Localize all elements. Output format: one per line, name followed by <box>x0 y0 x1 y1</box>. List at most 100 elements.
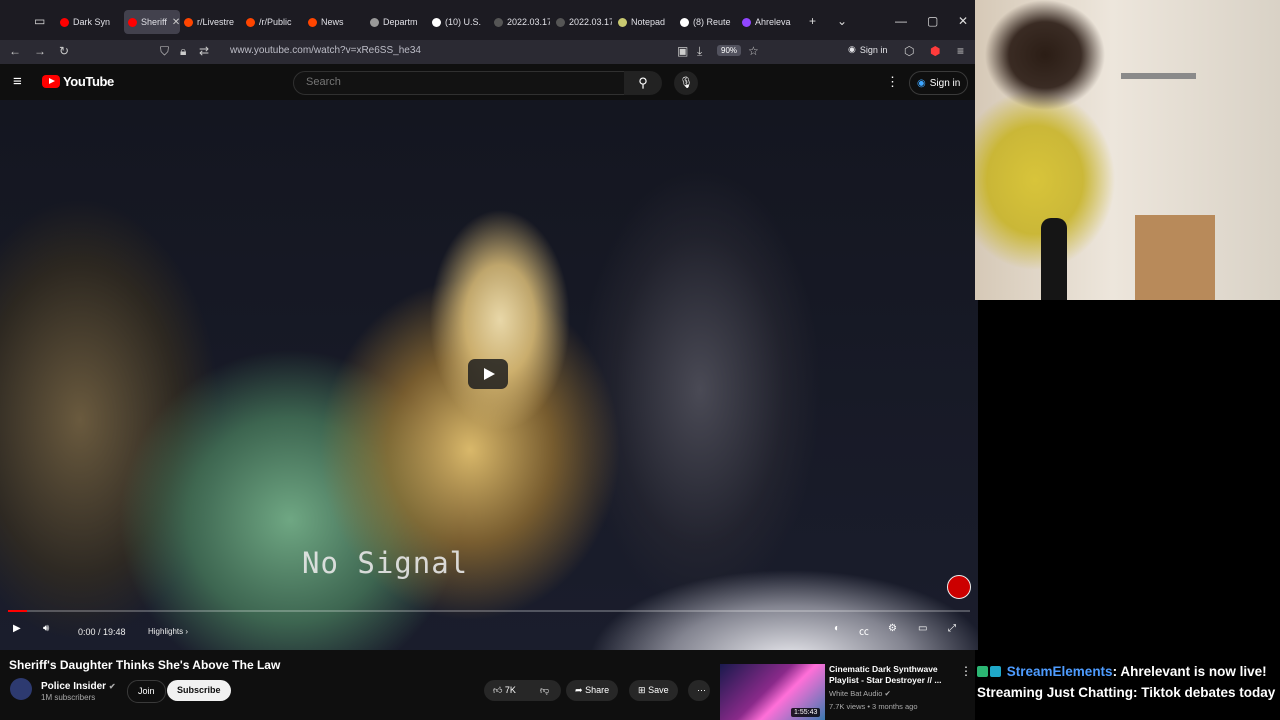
search-input[interactable] <box>294 72 618 92</box>
video-overlay-text: No Signal <box>302 546 469 580</box>
video-info: Sheriff's Daughter Thinks She's Above Th… <box>0 650 975 720</box>
youtube-sign-in-button[interactable]: ◉ Sign in <box>909 71 969 95</box>
menu-icon[interactable]: ≡ <box>957 44 964 58</box>
browser-tab[interactable]: Departm <box>370 10 426 34</box>
browser-sign-in-button[interactable]: ◉ Sign in <box>848 44 887 55</box>
more-horizontal-icon: ⋯ <box>697 685 706 695</box>
progress-bar[interactable] <box>8 610 970 612</box>
share-button[interactable]: ➦ Share <box>566 680 619 701</box>
youtube-play-icon <box>42 75 60 88</box>
webcam-feed <box>975 0 1280 300</box>
youtube-logo[interactable]: YouTube <box>42 74 114 89</box>
tab-favicon-icon <box>128 17 137 27</box>
browser-tab[interactable]: Notepad <box>618 10 674 34</box>
verified-icon: ✔ <box>108 682 116 691</box>
video-player[interactable]: No Signal ▶ 🔊︎ 0:00 / 19:48 Highlights ›… <box>0 100 978 650</box>
search-button[interactable]: ⚲ <box>624 71 662 95</box>
related-more-icon[interactable]: ⋮ <box>960 664 972 678</box>
address-bar[interactable]: www.youtube.com/watch?v=xRe6SS_he34 <box>230 45 421 56</box>
browser-tab[interactable]: (8) Reute <box>680 10 736 34</box>
tab-overview-icon[interactable]: ▭ <box>34 14 45 28</box>
browser-tab-label: 2022.03.17- <box>507 17 550 27</box>
minimize-icon[interactable]: — <box>895 14 907 28</box>
back-icon[interactable]: ← <box>9 44 21 58</box>
subscribe-button[interactable]: Subscribe <box>167 680 231 701</box>
tab-favicon-icon <box>432 17 441 27</box>
close-tab-icon[interactable]: ✕ <box>172 17 180 28</box>
browser-tab-label: (10) U.S. <box>445 17 482 27</box>
channel-avatar[interactable] <box>10 678 32 700</box>
highlights-label: Highlights <box>148 627 184 636</box>
lock-icon[interactable]: 🔒︎ <box>180 44 186 59</box>
reload-icon[interactable]: ↻ <box>59 44 69 58</box>
tab-favicon-icon <box>618 17 627 27</box>
browser-tab-label: r/Livestre <box>197 17 235 27</box>
channel-watermark-icon[interactable] <box>947 575 971 599</box>
chapter-highlights-button[interactable]: Highlights › <box>148 627 188 636</box>
microphone <box>1041 218 1067 300</box>
subscriber-count: 1M subscribers <box>41 693 96 702</box>
browser-tab-label: Sheriff <box>141 17 167 27</box>
autoplay-toggle-icon[interactable]: ◐ <box>834 623 840 634</box>
time-display: 0:00 / 19:48 <box>78 627 126 637</box>
forward-icon[interactable]: → <box>34 44 46 58</box>
save-label: Save <box>648 685 669 695</box>
browser-tab[interactable]: 2022.03.17- <box>556 10 612 34</box>
more-actions-button[interactable]: ⋯ <box>688 680 710 701</box>
browser-tab-label: Ahreleva <box>755 17 791 27</box>
thumbs-down-icon: 👎︎ <box>540 685 550 695</box>
dislike-button[interactable]: 👎︎ <box>531 680 561 701</box>
join-button[interactable]: Join <box>127 680 166 703</box>
microphone-icon: 🎙︎ <box>679 77 693 89</box>
shield-icon[interactable]: ⛉ <box>160 44 169 59</box>
tab-favicon-icon <box>308 17 317 27</box>
extensions-icon[interactable]: ⬡ <box>904 44 914 58</box>
theater-mode-icon[interactable]: ▭ <box>918 623 927 634</box>
bookmark-star-icon[interactable]: ☆ <box>748 44 759 58</box>
browser-tab[interactable]: Ahreleva <box>742 10 798 34</box>
volume-icon[interactable]: 🔊︎ <box>43 623 49 634</box>
tab-favicon-icon <box>742 17 751 27</box>
share-icon: ➦ <box>575 685 583 695</box>
maximize-icon[interactable]: ▢ <box>927 14 938 28</box>
fullscreen-icon[interactable]: ⤢ <box>948 623 956 634</box>
video-title: Sheriff's Daughter Thinks She's Above Th… <box>9 658 281 672</box>
browser-tab-label: /r/Public <box>259 17 292 27</box>
permissions-icon[interactable]: ⇄ <box>199 44 209 58</box>
progress-fill <box>8 610 28 612</box>
save-button[interactable]: ⊞ Save <box>629 680 678 701</box>
close-window-icon[interactable]: ✕ <box>958 14 968 28</box>
ublock-icon[interactable]: ⬢ <box>930 44 940 58</box>
cardboard-box <box>1135 215 1215 300</box>
play-icon[interactable]: ▶ <box>13 623 21 634</box>
browser-tab[interactable]: r/Livestre <box>184 10 240 34</box>
like-count: 7K <box>504 685 516 695</box>
channel-name[interactable]: Police Insider ✔ <box>41 681 116 692</box>
download-icon[interactable]: ⤓ <box>697 44 702 59</box>
related-video-title[interactable]: Cinematic Dark Synthwave Playlist - Star… <box>829 664 949 686</box>
browser-tab[interactable]: Sheriff ✕ <box>124 10 180 34</box>
zoom-level[interactable]: 90% <box>717 45 742 56</box>
chevron-down-icon[interactable]: ⌄ <box>837 14 847 28</box>
browser-tab[interactable]: 2022.03.17- <box>494 10 550 34</box>
reader-icon[interactable]: ▣ <box>677 44 688 58</box>
verified-icon: ✔ <box>884 689 891 698</box>
more-options-icon[interactable]: ⋮ <box>886 74 899 90</box>
browser-tab[interactable]: (10) U.S. <box>432 10 488 34</box>
related-video-duration: 1:55:43 <box>791 708 821 717</box>
new-tab-icon[interactable]: + <box>809 14 816 28</box>
settings-gear-icon[interactable]: ⚙ <box>888 623 897 634</box>
youtube-header: ≡ YouTube ⚲ 🎙︎ ⋮ ◉ Sign in <box>0 64 975 100</box>
browser-tab[interactable]: Dark Syn <box>60 10 116 34</box>
bot-badge-icon <box>977 666 988 677</box>
youtube-logo-text: YouTube <box>63 74 114 89</box>
search-icon: ⚲ <box>638 75 648 90</box>
voice-search-button[interactable]: 🎙︎ <box>674 71 698 95</box>
hamburger-menu-icon[interactable]: ≡ <box>13 73 22 90</box>
captions-icon[interactable]: ㏄ <box>859 623 869 638</box>
center-play-button[interactable] <box>468 359 508 389</box>
browser-tab-label: Dark Syn <box>73 17 111 27</box>
browser-tab[interactable]: /r/Public <box>246 10 302 34</box>
related-video-meta: 7.7K views • 3 months ago <box>829 702 918 711</box>
browser-tab[interactable]: News <box>308 10 364 34</box>
